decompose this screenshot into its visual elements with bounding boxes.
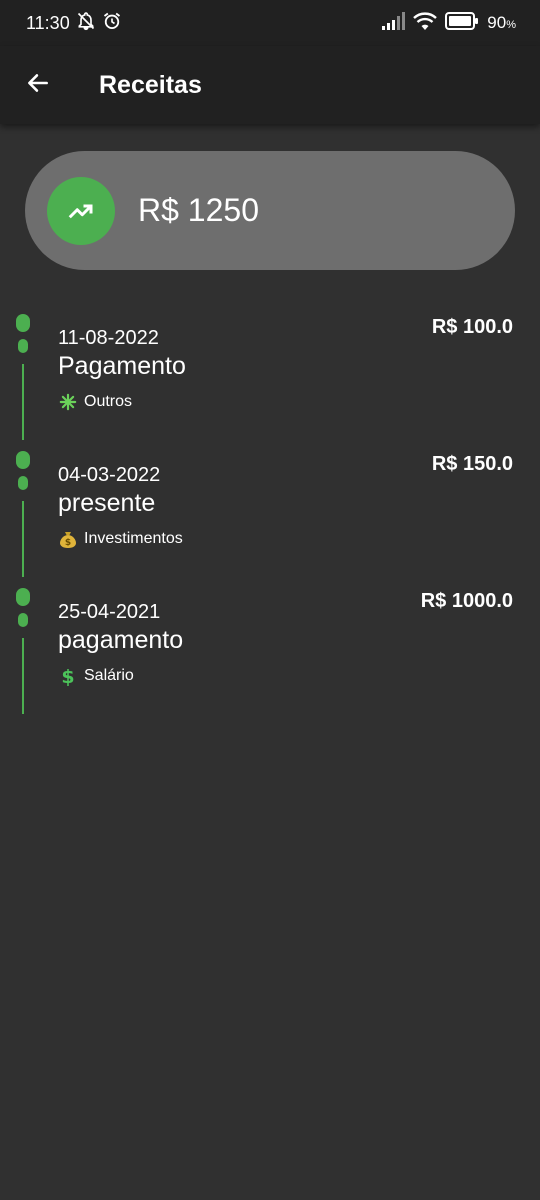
dollar-sign-icon: $ — [58, 666, 78, 686]
timeline-dot-small — [18, 339, 28, 353]
entry-description: pagamento — [58, 626, 184, 654]
timeline-line — [22, 501, 24, 577]
list-item[interactable]: 25-04-2021 pagamento $ Salário R$ 1000.0 — [0, 586, 540, 723]
entry-amount: R$ 1000.0 — [420, 590, 513, 612]
entry-date: 04-03-2022 — [58, 464, 161, 486]
timeline-line — [22, 638, 24, 714]
list-item[interactable]: 04-03-2022 presente $ Investimentos R$ 1… — [0, 449, 540, 586]
wifi-icon — [413, 11, 438, 36]
status-bar: 11:30 90% — [0, 0, 540, 46]
money-bag-icon: $ — [58, 529, 78, 549]
status-left: 11:30 — [26, 11, 122, 36]
timeline-dot — [16, 451, 30, 469]
entry-description: Pagamento — [58, 352, 186, 380]
status-time: 11:30 — [26, 12, 70, 33]
battery-percent: 90% — [487, 13, 516, 32]
timeline-line — [22, 364, 24, 440]
entry-category: $ Salário — [58, 666, 134, 686]
category-label: Outros — [84, 393, 133, 410]
sparkle-icon — [58, 392, 78, 412]
back-button[interactable] — [0, 46, 76, 124]
entry-category: $ Investimentos — [58, 529, 183, 549]
entry-amount: R$ 100.0 — [431, 316, 513, 338]
svg-text:$: $ — [61, 666, 74, 686]
timeline-dot — [16, 314, 30, 332]
entry-date: 11-08-2022 — [58, 327, 159, 349]
trending-up-icon — [47, 176, 115, 245]
timeline-dot-small — [18, 476, 28, 490]
page-title: Receitas — [99, 70, 202, 99]
category-label: Investimentos — [84, 530, 183, 547]
entry-category: Outros — [58, 392, 132, 412]
timeline-dot-small — [18, 613, 28, 627]
svg-text:$: $ — [65, 538, 71, 548]
list-item[interactable]: 11-08-2022 Pagamento Outros R$ 100.0 — [0, 312, 540, 449]
notifications-off-icon — [76, 11, 96, 36]
battery-icon — [445, 11, 479, 35]
total-income: R$ 1250 — [138, 192, 259, 228]
app-bar: Receitas — [0, 46, 540, 124]
income-summary-card: R$ 1250 — [25, 151, 515, 270]
entry-description: presente — [58, 489, 156, 517]
status-right: 90% — [381, 11, 516, 36]
income-timeline: 11-08-2022 Pagamento Outros R$ 100.0 04-… — [0, 312, 540, 723]
entry-date: 25-04-2021 — [58, 601, 161, 623]
alarm-icon — [102, 11, 122, 36]
signal-icon — [381, 11, 406, 35]
category-label: Salário — [84, 667, 134, 684]
entry-amount: R$ 150.0 — [431, 453, 513, 475]
timeline-dot — [16, 588, 30, 606]
arrow-back-icon — [25, 70, 51, 101]
